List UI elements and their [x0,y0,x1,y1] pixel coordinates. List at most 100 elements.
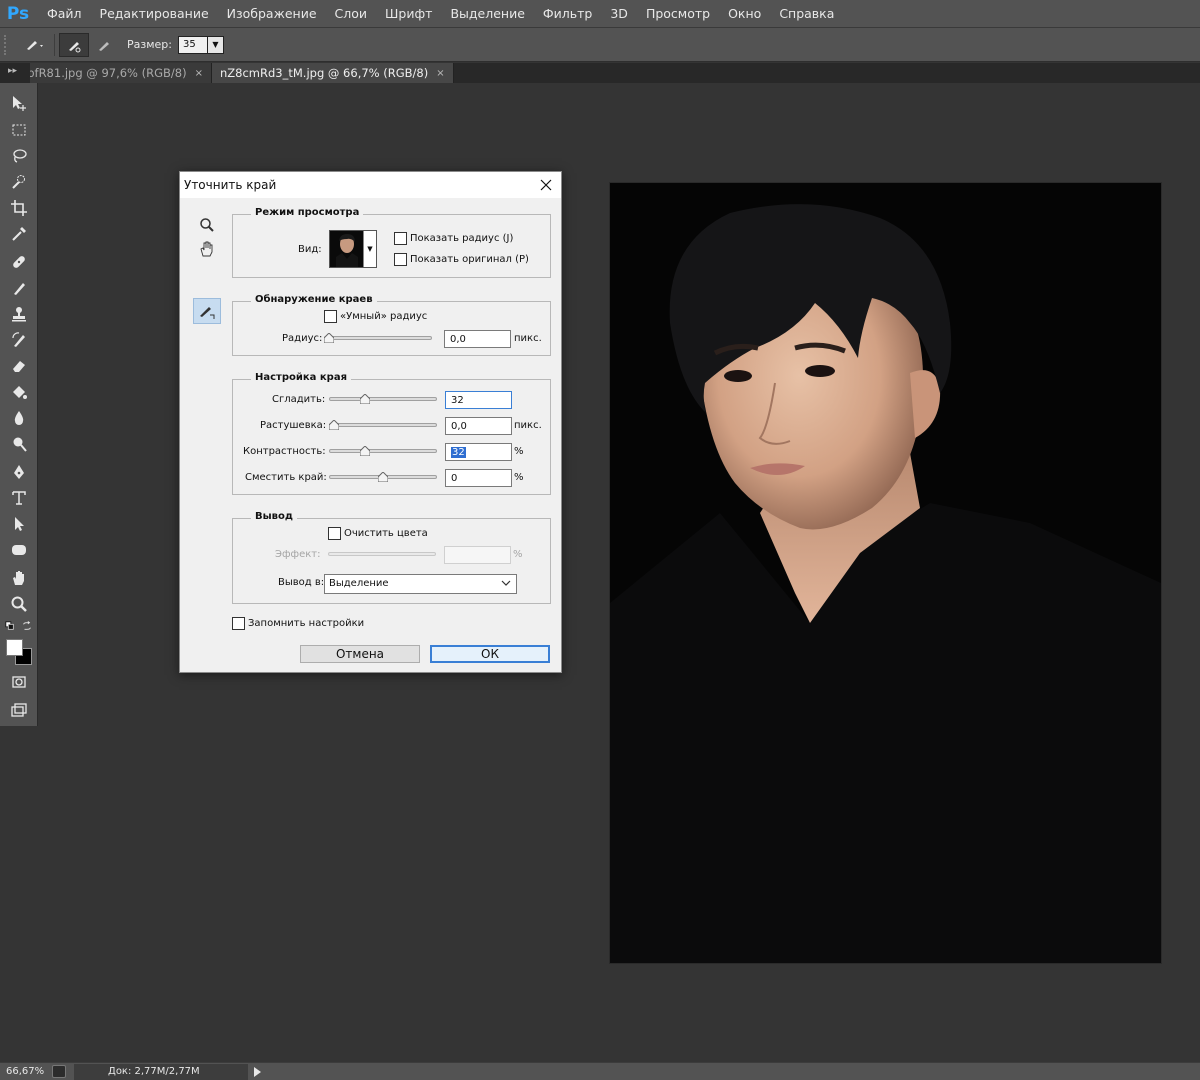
slider-track[interactable] [329,423,437,427]
checkbox-box[interactable] [394,232,407,245]
close-icon[interactable]: × [436,68,444,79]
menu-item[interactable]: Выделение [441,0,533,28]
status-preview-icon[interactable] [52,1065,66,1078]
remember-settings-checkbox[interactable]: Запомнить настройки [232,617,364,630]
move-icon [13,96,26,111]
swap-arrow-icon [23,621,31,630]
blur-tool[interactable] [7,407,31,429]
foreground-color-swatch[interactable] [6,639,23,656]
dialog-titlebar[interactable]: Уточнить край [180,172,561,198]
radius-input[interactable]: 0,0 [444,330,511,348]
close-icon[interactable]: × [195,68,203,79]
slider-track[interactable] [329,397,437,401]
lasso-tool[interactable] [7,145,31,167]
smooth-slider[interactable] [329,393,437,405]
eyedropper-tool[interactable] [7,223,31,245]
quick-mask-button[interactable] [7,671,31,693]
history-brush-icon [12,332,25,347]
crop-tool[interactable] [7,197,31,219]
size-input[interactable]: 35 [177,35,208,54]
type-tool[interactable] [7,487,31,509]
separator [54,33,55,56]
slider-track[interactable] [329,449,437,453]
effect-unit: % [513,549,523,560]
checkbox-box[interactable] [328,527,341,540]
chevron-down-icon: ▼ [212,40,219,49]
edge-detection-title: Обнаружение краев [251,294,377,305]
smooth-input[interactable]: 32 [445,391,512,409]
smart-radius-checkbox[interactable]: «Умный» радиус [324,310,427,323]
contrast-input[interactable]: 32 [445,443,512,461]
path-selection-tool[interactable] [7,513,31,535]
shift-edge-input[interactable]: 0 [445,469,512,487]
default-colors-icon[interactable] [3,620,17,632]
clone-stamp-tool[interactable] [7,303,31,325]
output-to-select[interactable]: Выделение [324,574,517,594]
dialog-zoom-tool[interactable] [198,216,216,234]
chevron-down-icon [501,580,511,586]
close-icon [540,179,552,191]
zoom-tool[interactable] [7,593,31,615]
dialog-refine-radius-tool[interactable] [193,298,221,324]
move-tool[interactable] [7,92,31,114]
show-original-label: Показать оригинал (P) [410,254,529,265]
hand-tool[interactable] [7,567,31,589]
shift-edge-slider[interactable] [329,471,437,483]
refine-radius-tool-button[interactable] [59,32,89,57]
menu-item[interactable]: Файл [38,0,91,28]
tab-document-1[interactable]: × oPapfR81.jpg @ 97,6% (RGB/8) [30,63,212,83]
size-dropdown-button[interactable]: ▼ [207,35,224,54]
tool-preset-picker[interactable] [20,33,50,57]
slider-thumb-icon[interactable] [324,333,334,343]
feather-slider[interactable] [329,419,437,431]
cancel-button[interactable]: Отмена [300,645,420,663]
slider-track[interactable] [324,336,432,340]
shape-tool[interactable] [7,539,31,561]
slider-thumb-icon[interactable] [329,420,339,430]
menu-item[interactable]: Изображение [218,0,326,28]
erase-refinements-tool-button[interactable] [89,33,119,57]
status-menu-arrow-icon[interactable] [254,1066,261,1077]
view-mode-picker[interactable]: ▼ [329,230,377,268]
checkbox-box[interactable] [394,253,407,266]
tab-document-2[interactable]: nZ8cmRd3_tM.jpg @ 66,7% (RGB/8) × [212,63,454,83]
quick-selection-tool[interactable] [7,171,31,193]
eraser-tool[interactable] [7,355,31,377]
healing-brush-tool[interactable] [7,251,31,273]
menu-item[interactable]: 3D [601,0,637,28]
contrast-slider[interactable] [329,445,437,457]
screen-mode-button[interactable] [7,699,31,721]
marquee-tool[interactable] [7,119,31,141]
dodge-tool[interactable] [7,433,31,455]
menu-item[interactable]: Шрифт [376,0,441,28]
decontaminate-colors-checkbox[interactable]: Очистить цвета [328,527,428,540]
show-radius-checkbox[interactable]: Показать радиус (J) [394,232,513,245]
history-brush-tool[interactable] [7,329,31,351]
slider-thumb-icon[interactable] [360,446,370,456]
close-button[interactable] [531,172,561,198]
options-grip[interactable] [4,34,14,55]
brush-tool[interactable] [7,277,31,299]
paint-bucket-tool[interactable] [7,381,31,403]
menu-item[interactable]: Окно [719,0,770,28]
menu-item[interactable]: Фильтр [534,0,601,28]
checkbox-box[interactable] [324,310,337,323]
slider-thumb-icon[interactable] [378,472,388,482]
dialog-hand-tool[interactable] [198,240,216,258]
document-canvas[interactable] [610,183,1161,963]
menu-item[interactable]: Слои [326,0,377,28]
checkbox-box[interactable] [232,617,245,630]
quick-selection-icon [12,175,25,189]
slider-thumb-icon[interactable] [360,394,370,404]
remember-settings-label: Запомнить настройки [248,618,365,629]
menu-item[interactable]: Просмотр [637,0,719,28]
swap-colors-icon[interactable] [20,620,34,632]
zoom-level[interactable]: 66,67% [0,1066,48,1077]
show-original-checkbox[interactable]: Показать оригинал (P) [394,253,529,266]
pen-tool[interactable] [7,461,31,483]
radius-slider[interactable] [324,332,432,344]
ok-button[interactable]: ОК [430,645,550,663]
menu-item[interactable]: Справка [770,0,843,28]
menu-item[interactable]: Редактирование [91,0,218,28]
feather-input[interactable]: 0,0 [445,417,512,435]
